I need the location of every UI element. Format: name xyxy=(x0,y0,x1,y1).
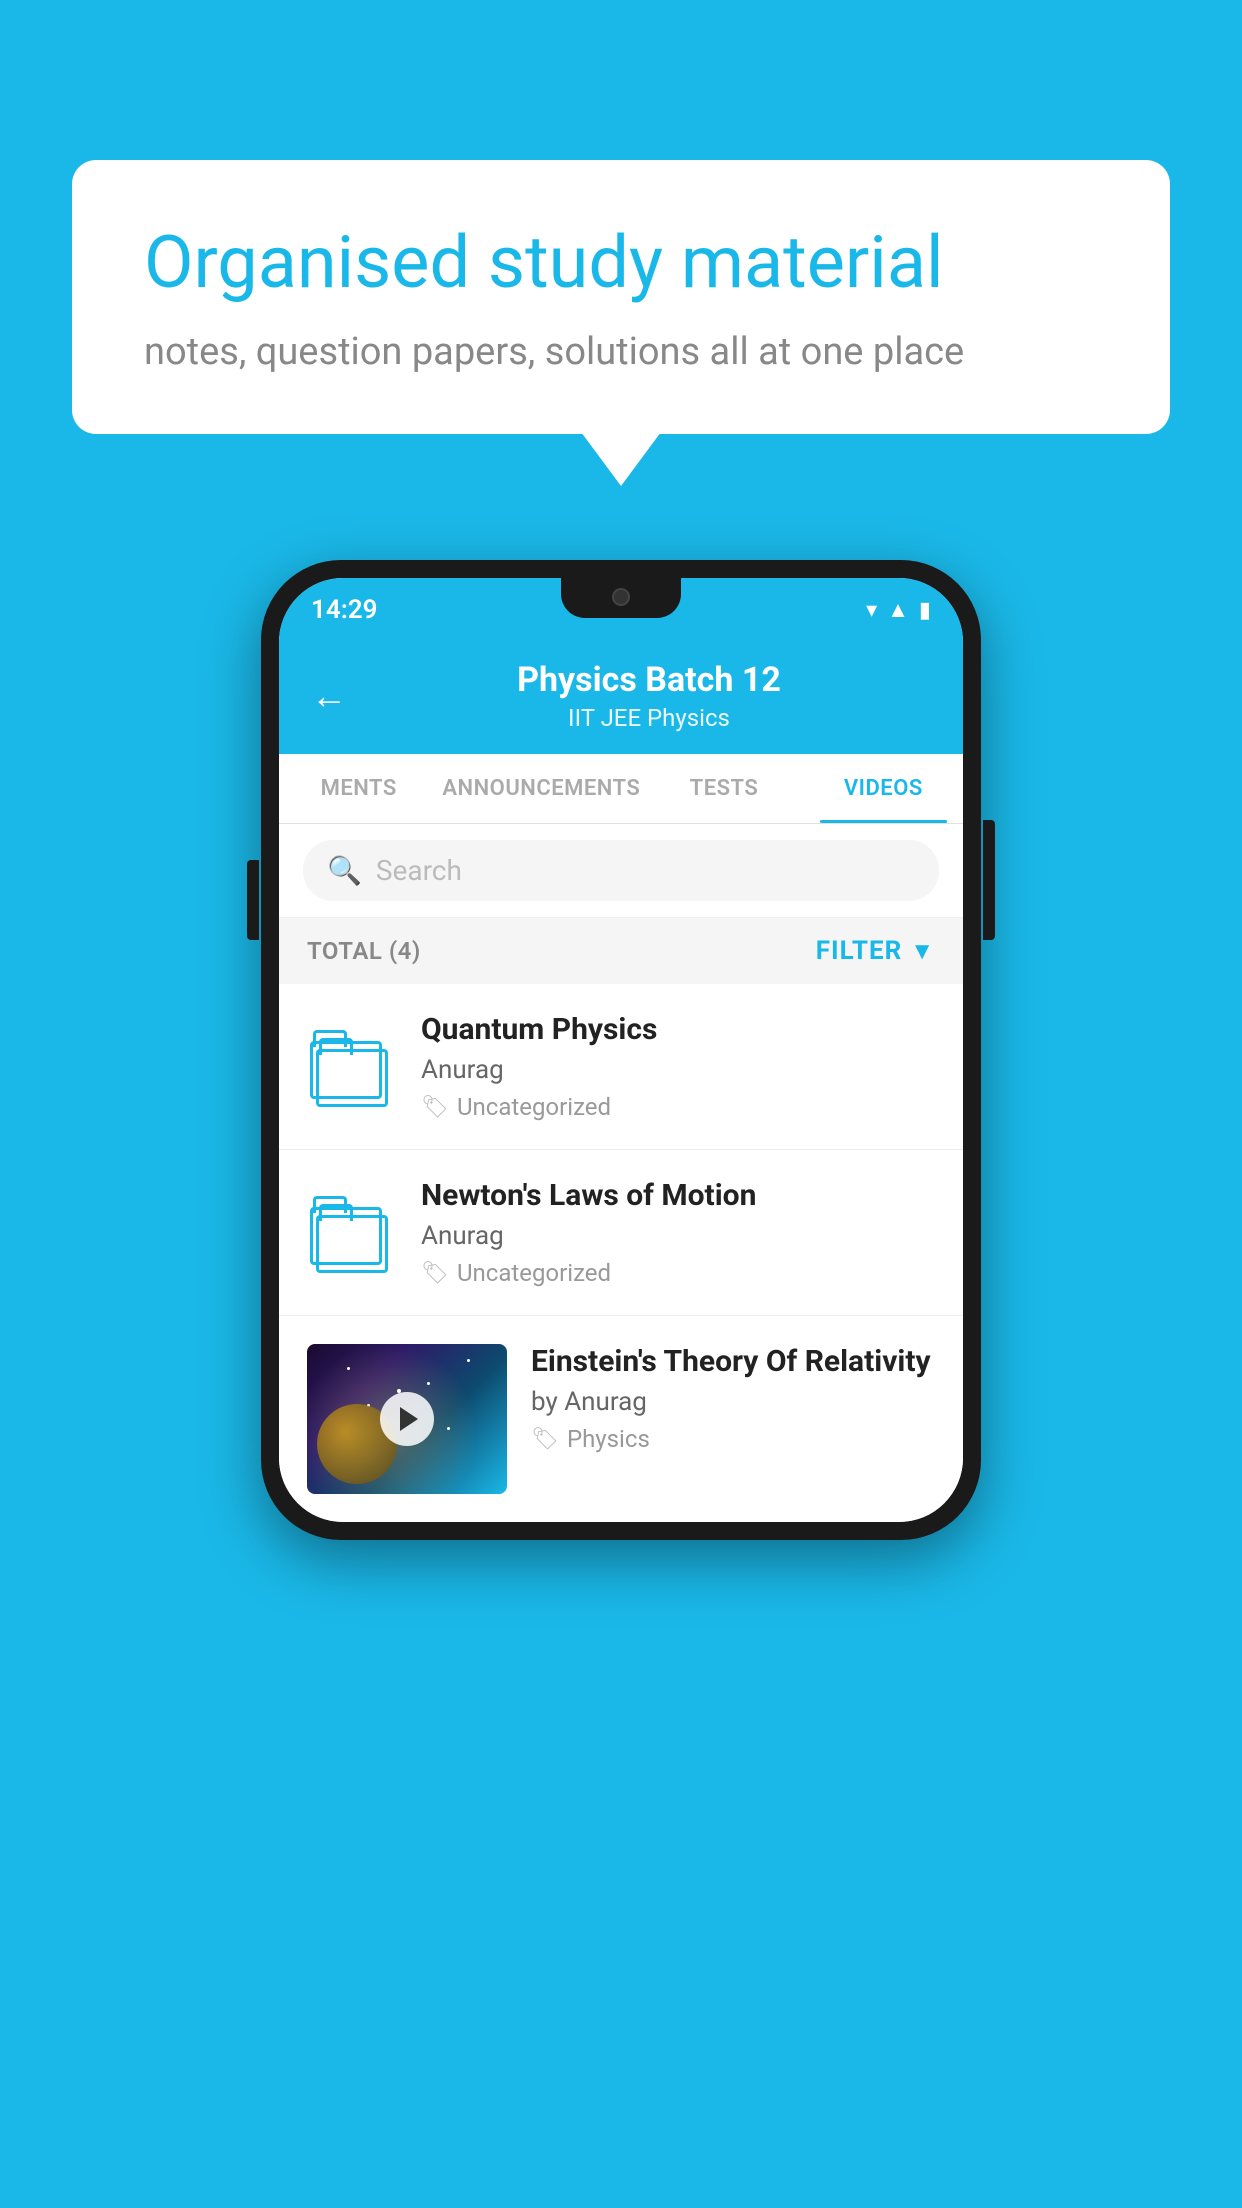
notch xyxy=(561,578,681,618)
phone-mockup: 14:29 ▾ ▲ ▮ ← Physics Batch 12 IIT JEE P… xyxy=(261,560,981,1540)
camera-icon xyxy=(612,588,630,606)
video-tag: 🏷 Uncategorized xyxy=(421,1093,935,1121)
tag-label: Uncategorized xyxy=(457,1259,611,1287)
video-info: Newton's Laws of Motion Anurag 🏷 Uncateg… xyxy=(421,1178,935,1287)
video-title: Quantum Physics xyxy=(421,1012,935,1047)
battery-icon: ▮ xyxy=(919,598,931,623)
video-author: Anurag xyxy=(421,1055,935,1085)
phone-outer: 14:29 ▾ ▲ ▮ ← Physics Batch 12 IIT JEE P… xyxy=(261,560,981,1540)
tag-label: Physics xyxy=(567,1425,650,1453)
status-time: 14:29 xyxy=(311,595,378,625)
header-center: Physics Batch 12 IIT JEE Physics xyxy=(367,660,931,732)
list-item[interactable]: Quantum Physics Anurag 🏷 Uncategorized xyxy=(279,984,963,1150)
search-icon: 🔍 xyxy=(327,854,362,887)
total-count: TOTAL (4) xyxy=(307,937,421,965)
video-tag: 🏷 Uncategorized xyxy=(421,1259,935,1287)
video-thumb xyxy=(307,1022,397,1112)
video-thumb xyxy=(307,1188,397,1278)
play-button[interactable] xyxy=(380,1392,434,1446)
header-subtitle: IIT JEE Physics xyxy=(367,704,931,732)
phone-screen: 14:29 ▾ ▲ ▮ ← Physics Batch 12 IIT JEE P… xyxy=(279,578,963,1522)
tag-label: Uncategorized xyxy=(457,1093,611,1121)
status-bar: 14:29 ▾ ▲ ▮ xyxy=(279,578,963,642)
video-info: Quantum Physics Anurag 🏷 Uncategorized xyxy=(421,1012,935,1121)
header-title: Physics Batch 12 xyxy=(367,660,931,700)
video-tag: 🏷 Physics xyxy=(531,1425,935,1453)
tab-tests[interactable]: TESTS xyxy=(644,754,803,823)
list-item[interactable]: Einstein's Theory Of Relativity by Anura… xyxy=(279,1316,963,1522)
bubble-title: Organised study material xyxy=(144,220,1098,306)
tabs-bar: MENTS ANNOUNCEMENTS TESTS VIDEOS xyxy=(279,754,963,824)
video-title: Newton's Laws of Motion xyxy=(421,1178,935,1213)
tab-announcements[interactable]: ANNOUNCEMENTS xyxy=(438,754,644,823)
video-title: Einstein's Theory Of Relativity xyxy=(531,1344,935,1379)
video-thumbnail xyxy=(307,1344,507,1494)
status-icons: ▾ ▲ ▮ xyxy=(866,597,931,623)
tag-icon: 🏷 xyxy=(421,1095,449,1120)
search-container: 🔍 Search xyxy=(279,824,963,918)
back-button[interactable]: ← xyxy=(311,678,347,714)
signal-icon: ▲ xyxy=(887,597,909,623)
play-icon xyxy=(400,1407,418,1431)
search-bar[interactable]: 🔍 Search xyxy=(303,840,939,901)
app-header: ← Physics Batch 12 IIT JEE Physics xyxy=(279,642,963,754)
video-info: Einstein's Theory Of Relativity by Anura… xyxy=(531,1344,935,1453)
video-author: by Anurag xyxy=(531,1387,935,1417)
speech-bubble: Organised study material notes, question… xyxy=(72,160,1170,434)
filter-bar: TOTAL (4) FILTER ▼ xyxy=(279,918,963,984)
filter-button[interactable]: FILTER ▼ xyxy=(816,936,935,966)
video-author: Anurag xyxy=(421,1221,935,1251)
folder-icon xyxy=(310,1193,395,1273)
folder-icon xyxy=(310,1027,395,1107)
filter-icon: ▼ xyxy=(910,937,935,966)
list-item[interactable]: Newton's Laws of Motion Anurag 🏷 Uncateg… xyxy=(279,1150,963,1316)
filter-label: FILTER xyxy=(816,936,902,966)
tab-videos[interactable]: VIDEOS xyxy=(804,754,963,823)
tag-icon: 🏷 xyxy=(421,1261,449,1286)
video-list: Quantum Physics Anurag 🏷 Uncategorized xyxy=(279,984,963,1522)
speech-bubble-container: Organised study material notes, question… xyxy=(72,160,1170,434)
tag-icon: 🏷 xyxy=(531,1427,559,1452)
bubble-subtitle: notes, question papers, solutions all at… xyxy=(144,330,1098,374)
tab-ments[interactable]: MENTS xyxy=(279,754,438,823)
wifi-icon: ▾ xyxy=(866,598,877,623)
search-placeholder: Search xyxy=(376,854,462,887)
